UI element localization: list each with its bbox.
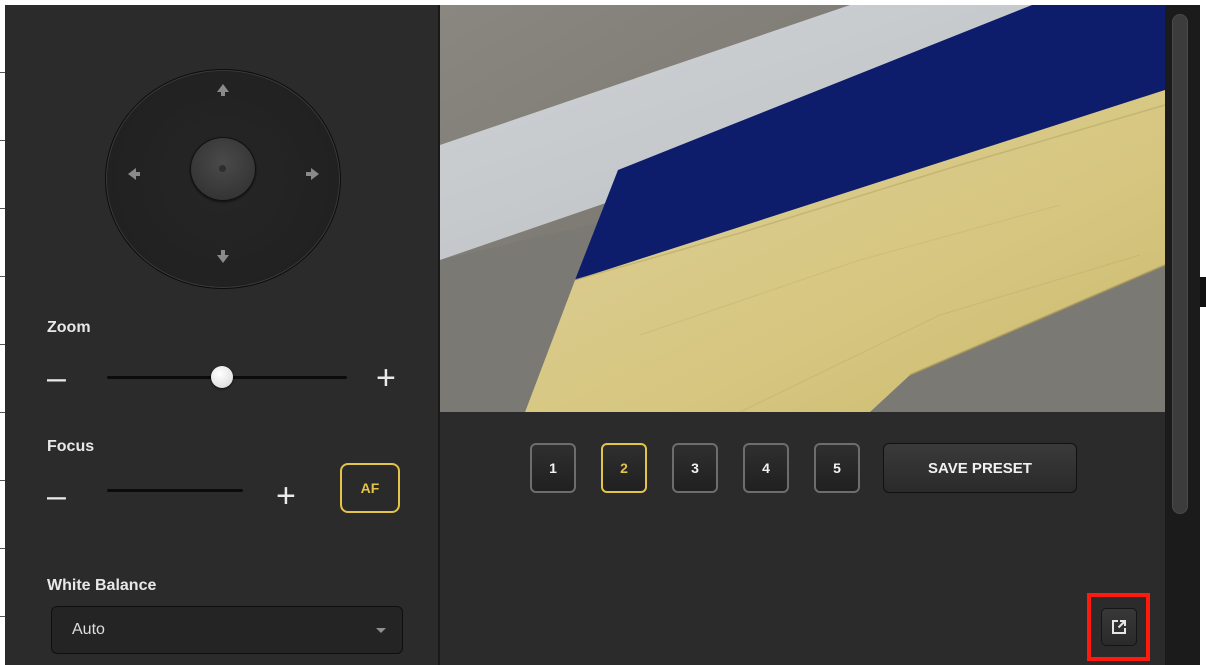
joystick-knob[interactable]	[190, 137, 256, 201]
focus-far-button[interactable]: +	[276, 479, 296, 513]
zoom-label: Zoom	[47, 319, 91, 336]
arrow-down-icon[interactable]	[217, 250, 229, 263]
arrow-right-icon[interactable]	[306, 168, 319, 180]
popout-button[interactable]	[1101, 608, 1137, 646]
arrow-up-icon[interactable]	[217, 84, 229, 96]
chevron-down-icon	[376, 628, 386, 633]
popout-icon	[1112, 620, 1126, 634]
autofocus-button[interactable]: AF	[340, 463, 400, 513]
focus-label: Focus	[47, 438, 95, 455]
zoom-out-button[interactable]: –	[47, 361, 66, 395]
focus-near-button[interactable]: –	[47, 479, 66, 513]
save-preset-button[interactable]: SAVE PRESET	[883, 443, 1077, 493]
preset-3-button[interactable]: 3	[672, 443, 718, 493]
scrollbar-thumb[interactable]	[1172, 14, 1188, 514]
camera-preview	[440, 5, 1165, 412]
white-balance-value: Auto	[72, 621, 105, 638]
white-balance-select[interactable]: Auto	[51, 606, 403, 654]
window-edge-handle	[1200, 277, 1206, 307]
arrow-left-icon[interactable]	[128, 168, 140, 180]
pan-tilt-joystick[interactable]	[105, 69, 341, 289]
focus-slider[interactable]	[107, 489, 243, 492]
preset-1-button[interactable]: 1	[530, 443, 576, 493]
zoom-slider-thumb[interactable]	[211, 366, 234, 388]
camera-preview-image	[440, 5, 1165, 412]
preset-4-button[interactable]: 4	[743, 443, 789, 493]
white-balance-label: White Balance	[47, 577, 157, 594]
preset-5-button[interactable]: 5	[814, 443, 860, 493]
preset-2-button[interactable]: 2	[601, 443, 647, 493]
zoom-in-button[interactable]: +	[376, 361, 396, 395]
ptz-control-panel: Zoom – + Focus – + AF White Balance Auto	[5, 5, 440, 665]
